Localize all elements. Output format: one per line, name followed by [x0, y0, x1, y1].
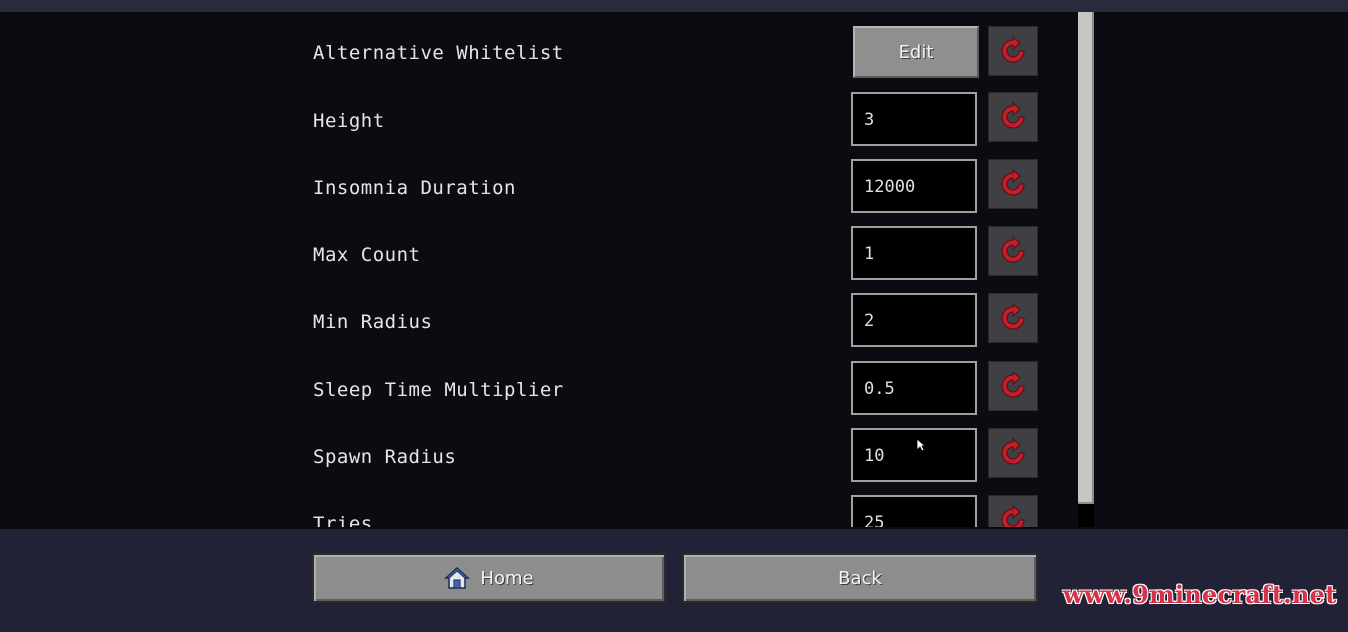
reset-icon: [1001, 371, 1025, 398]
insomnia-duration-input[interactable]: 12000: [851, 159, 977, 213]
config-label: Height: [313, 110, 385, 132]
back-button[interactable]: Back: [682, 553, 1038, 603]
watermark: www.9minecraft.net: [1063, 580, 1337, 609]
footer-bar: Home Back www.9minecraft.net: [0, 527, 1348, 632]
reset-icon: [1001, 505, 1025, 527]
config-label: Sleep Time Multiplier: [313, 379, 564, 401]
config-row-height: Height 3: [0, 92, 1348, 152]
config-row-alternative-whitelist: Alternative Whitelist Edit: [0, 12, 1348, 78]
reset-icon: [1001, 236, 1025, 263]
mouse-cursor-icon: [916, 438, 926, 452]
reset-button[interactable]: [988, 293, 1038, 343]
config-row-insomnia-duration: Insomnia Duration 12000: [0, 159, 1348, 219]
reset-button[interactable]: [988, 361, 1038, 411]
reset-button[interactable]: [988, 26, 1038, 76]
input-value: 12000: [864, 177, 916, 197]
scrollbar-thumb[interactable]: [1078, 12, 1094, 504]
config-row-spawn-radius: Spawn Radius 10: [0, 428, 1348, 488]
reset-button[interactable]: [988, 495, 1038, 527]
reset-icon: [1001, 438, 1025, 465]
config-label: Alternative Whitelist: [313, 42, 564, 64]
input-value: 1: [864, 244, 875, 264]
config-label: Tries: [313, 513, 373, 527]
home-button-label: Home: [480, 567, 534, 589]
input-value: 3: [864, 110, 875, 130]
config-label: Insomnia Duration: [313, 177, 516, 199]
reset-icon: [1001, 102, 1025, 129]
reset-icon: [1001, 169, 1025, 196]
config-list[interactable]: Alternative Whitelist Edit Height 3 Inso…: [0, 12, 1348, 527]
sleep-time-multiplier-input[interactable]: 0.5: [851, 361, 977, 415]
edit-button[interactable]: Edit: [853, 26, 979, 78]
house-icon: [444, 566, 471, 589]
reset-icon: [1001, 303, 1025, 330]
top-border: [0, 0, 1348, 12]
input-value: 0.5: [864, 379, 895, 399]
input-value: 10: [864, 446, 885, 466]
reset-button[interactable]: [988, 226, 1038, 276]
config-row-sleep-time-multiplier: Sleep Time Multiplier 0.5: [0, 361, 1348, 421]
reset-button[interactable]: [988, 159, 1038, 209]
config-row-max-count: Max Count 1: [0, 226, 1348, 286]
config-label: Min Radius: [313, 311, 433, 333]
input-value: 25: [864, 513, 885, 527]
input-value: 2: [864, 311, 875, 331]
home-button[interactable]: Home: [312, 553, 666, 603]
config-label: Max Count: [313, 244, 421, 266]
max-count-input[interactable]: 1: [851, 226, 977, 280]
reset-button[interactable]: [988, 92, 1038, 142]
back-button-label: Back: [838, 567, 882, 589]
min-radius-input[interactable]: 2: [851, 293, 977, 347]
config-row-tries: Tries 25: [0, 495, 1348, 527]
spawn-radius-input[interactable]: 10: [851, 428, 977, 482]
reset-icon: [1001, 36, 1025, 63]
tries-input[interactable]: 25: [851, 495, 977, 527]
config-row-min-radius: Min Radius 2: [0, 293, 1348, 353]
height-input[interactable]: 3: [851, 92, 977, 146]
config-label: Spawn Radius: [313, 446, 457, 468]
reset-button[interactable]: [988, 428, 1038, 478]
